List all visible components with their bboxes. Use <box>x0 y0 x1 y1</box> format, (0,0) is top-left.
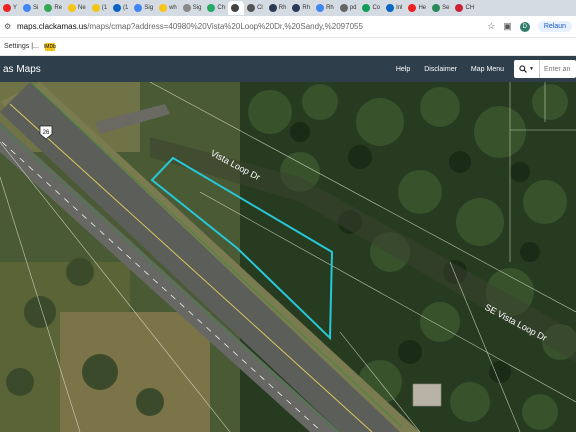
top-nav: Help Disclaimer Map Menu <box>396 66 504 73</box>
browser-tab[interactable]: Se <box>429 1 452 15</box>
browser-tab[interactable]: Ne <box>65 1 89 15</box>
aerial-map[interactable]: 26 Vista Loop Dr SE Vista Loop Dr <box>0 82 576 432</box>
sheet-icon <box>362 4 371 12</box>
site-info-icon[interactable]: ⚙ <box>4 22 12 31</box>
search-input[interactable] <box>540 65 576 73</box>
imdb-icon <box>91 4 100 12</box>
search-icon <box>519 65 527 73</box>
url-path: /maps/cmap?address=40980%20Vista%20Loop%… <box>87 22 363 31</box>
browser-tab[interactable] <box>228 1 245 15</box>
triangle-icon <box>432 4 441 12</box>
browser-tab-label: Re <box>54 5 63 11</box>
linkedin-icon <box>113 4 122 12</box>
browser-tab[interactable]: Inl <box>383 1 405 15</box>
browser-tab[interactable]: Rh <box>266 1 290 15</box>
browser-tab[interactable]: Rh <box>313 1 337 15</box>
browser-tab[interactable]: pd <box>337 1 360 15</box>
browser-tab-label: Sig <box>192 5 202 11</box>
browser-tab[interactable]: Rh <box>289 1 313 15</box>
browser-tab-label: Co <box>372 5 381 11</box>
browser-tab-label: (1 <box>123 5 129 11</box>
relaunch-button[interactable]: Relaun <box>537 21 572 32</box>
browser-tab[interactable]: (1 <box>89 1 110 15</box>
browser-tab-label: CH <box>465 5 475 11</box>
browser-tab-label: Rh <box>326 5 334 11</box>
search-box: ▼ <box>514 60 576 78</box>
bookmarks-bar: Settings |... IMDb <box>0 38 576 56</box>
browser-tab[interactable]: Cl <box>244 1 266 15</box>
map-icon <box>231 4 240 12</box>
browser-tab-label: Rh <box>302 5 311 11</box>
extensions-icon[interactable]: ▣ <box>503 21 512 32</box>
google-icon <box>134 4 143 12</box>
bookmark-imdb-icon[interactable]: IMDb <box>44 42 56 51</box>
youtube-icon <box>408 4 417 12</box>
nav-map-menu[interactable]: Map Menu <box>471 66 504 73</box>
browser-tab[interactable]: Sig <box>180 1 205 15</box>
map-icon <box>247 4 256 12</box>
browser-tab-label: Ch <box>217 5 226 11</box>
search-type-button[interactable]: ▼ <box>514 60 540 78</box>
shed-building <box>412 383 442 407</box>
browser-tab-label: Se <box>442 5 450 11</box>
map-view[interactable]: 26 Vista Loop Dr SE Vista Loop Dr <box>0 82 576 432</box>
nav-help[interactable]: Help <box>396 66 410 73</box>
browser-tab[interactable]: Sig <box>131 1 156 15</box>
profile-avatar[interactable]: D <box>519 21 530 32</box>
browser-tab[interactable]: CH <box>452 1 477 15</box>
browser-tab-strip: Y Si Re Ne (1 (1 Sig wh Sig Ch Cl Rh Rh Rh pd Co Inl He Se… <box>0 0 576 16</box>
browser-tab-label: Cl <box>257 5 263 11</box>
circle-icon <box>455 4 464 12</box>
arrow-icon <box>207 4 216 12</box>
browser-tab[interactable]: (1 <box>110 1 131 15</box>
browser-tab-label: Sig <box>144 5 154 11</box>
browser-tab[interactable]: Ch <box>204 1 228 15</box>
browser-tab-label: pd <box>349 5 357 11</box>
browser-tab[interactable]: Si <box>20 1 41 15</box>
address-bar-row: ⚙ maps.clackamas.us /maps/cmap?address=4… <box>0 16 576 38</box>
browser-tab-label: wh <box>169 5 177 11</box>
browser-tab[interactable]: Y <box>0 1 20 15</box>
youtube-icon <box>3 4 11 12</box>
browser-tab-label: Rh <box>278 5 287 11</box>
imdb-icon <box>159 4 168 12</box>
browser-tab-label: (1 <box>101 5 108 11</box>
google-icon <box>44 4 53 12</box>
browser-tab-label: Y <box>13 5 18 11</box>
google-icon <box>23 4 32 12</box>
imdb-icon <box>68 4 77 12</box>
app-header: as Maps Help Disclaimer Map Menu ▼ <box>0 56 576 82</box>
loader-icon <box>182 4 191 12</box>
app-title: as Maps <box>3 63 41 75</box>
map-icon <box>339 4 348 12</box>
bookmark-settings[interactable]: Settings |... <box>4 43 39 50</box>
browser-tab[interactable]: wh <box>156 1 180 15</box>
google-icon <box>316 4 325 12</box>
linkedin-icon <box>386 4 395 12</box>
browser-tab[interactable]: Co <box>359 1 383 15</box>
realtor-icon <box>292 4 301 12</box>
highway-shield-label: 26 <box>43 130 50 136</box>
address-bar-actions: ☆ ▣ D Relaun <box>487 21 572 32</box>
bookmark-star-icon[interactable]: ☆ <box>487 21 495 32</box>
browser-tab[interactable]: Re <box>41 1 65 15</box>
browser-tab-label: Ne <box>78 5 86 11</box>
realtor-icon <box>268 4 277 12</box>
browser-tab[interactable]: He <box>405 1 429 15</box>
url-field[interactable]: ⚙ maps.clackamas.us /maps/cmap?address=4… <box>4 19 487 35</box>
nav-disclaimer[interactable]: Disclaimer <box>424 66 457 73</box>
url-host: maps.clackamas.us <box>17 22 88 31</box>
browser-tab-label: He <box>418 5 427 11</box>
browser-tab-label: Si <box>33 5 39 11</box>
browser-tab-label: Inl <box>396 5 403 11</box>
chevron-down-icon: ▼ <box>529 66 534 72</box>
